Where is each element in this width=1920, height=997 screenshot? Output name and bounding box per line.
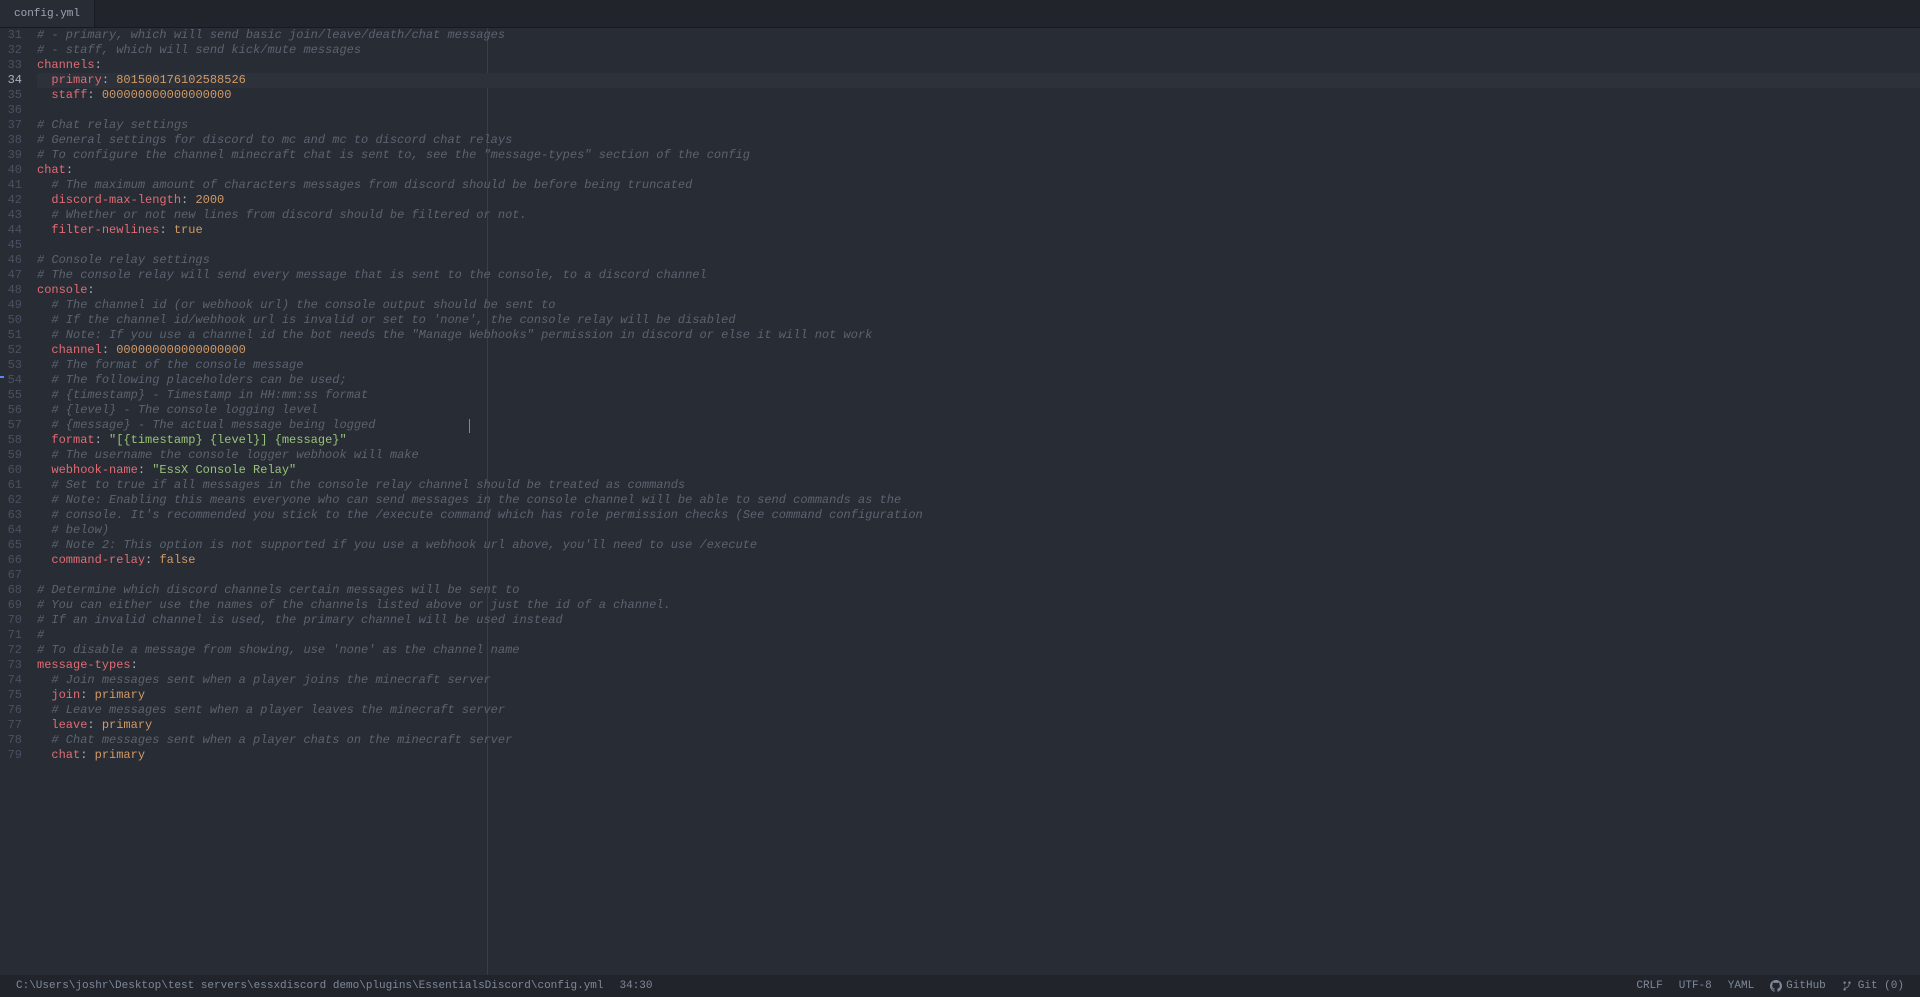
status-git[interactable]: Git (0) — [1834, 980, 1912, 992]
code-line[interactable]: # {timestamp} - Timestamp in HH:mm:ss fo… — [37, 388, 1920, 403]
code-line[interactable]: discord-max-length: 2000 — [37, 193, 1920, 208]
code-area[interactable]: # - primary, which will send basic join/… — [37, 28, 1920, 975]
code-line[interactable]: console: — [37, 283, 1920, 298]
code-line[interactable]: # Note: Enabling this means everyone who… — [37, 493, 1920, 508]
text-cursor — [469, 419, 470, 433]
code-line[interactable]: # {message} - The actual message being l… — [37, 418, 1920, 433]
code-line[interactable]: # The following placeholders can be used… — [37, 373, 1920, 388]
code-line[interactable]: primary: 801500176102588526 — [37, 73, 1920, 88]
code-line[interactable]: # To configure the channel minecraft cha… — [37, 148, 1920, 163]
status-language[interactable]: YAML — [1720, 980, 1762, 992]
code-line[interactable]: channels: — [37, 58, 1920, 73]
status-github[interactable]: GitHub — [1762, 980, 1834, 992]
code-line[interactable]: # {level} - The console logging level — [37, 403, 1920, 418]
status-path[interactable]: C:\Users\joshr\Desktop\test servers\essx… — [8, 980, 612, 992]
code-line[interactable]: # Leave messages sent when a player leav… — [37, 703, 1920, 718]
git-branch-icon — [1842, 980, 1854, 992]
status-bar: C:\Users\joshr\Desktop\test servers\essx… — [0, 975, 1920, 997]
code-line[interactable]: # below) — [37, 523, 1920, 538]
code-line[interactable]: # If an invalid channel is used, the pri… — [37, 613, 1920, 628]
fold-marker — [0, 376, 4, 378]
code-line[interactable]: chat: primary — [37, 748, 1920, 763]
code-line[interactable]: # To disable a message from showing, use… — [37, 643, 1920, 658]
code-line[interactable]: join: primary — [37, 688, 1920, 703]
code-line[interactable]: command-relay: false — [37, 553, 1920, 568]
code-line[interactable] — [37, 238, 1920, 253]
code-line[interactable]: # Chat messages sent when a player chats… — [37, 733, 1920, 748]
code-line[interactable]: chat: — [37, 163, 1920, 178]
code-line[interactable]: # The console relay will send every mess… — [37, 268, 1920, 283]
code-line[interactable]: # The channel id (or webhook url) the co… — [37, 298, 1920, 313]
code-line[interactable] — [37, 568, 1920, 583]
github-icon — [1770, 980, 1782, 992]
git-label: Git (0) — [1858, 980, 1904, 992]
code-line[interactable]: # console. It's recommended you stick to… — [37, 508, 1920, 523]
tab-bar: config.yml — [0, 0, 1920, 28]
code-line[interactable]: # You can either use the names of the ch… — [37, 598, 1920, 613]
code-line[interactable]: # Join messages sent when a player joins… — [37, 673, 1920, 688]
code-line[interactable]: staff: 000000000000000000 — [37, 88, 1920, 103]
code-line[interactable]: webhook-name: "EssX Console Relay" — [37, 463, 1920, 478]
code-line[interactable]: # The maximum amount of characters messa… — [37, 178, 1920, 193]
code-line[interactable]: # - primary, which will send basic join/… — [37, 28, 1920, 43]
code-line[interactable]: # - staff, which will send kick/mute mes… — [37, 43, 1920, 58]
line-numbers: 3132333435363738394041424344454647484950… — [0, 28, 30, 975]
code-line[interactable]: # If the channel id/webhook url is inval… — [37, 313, 1920, 328]
code-line[interactable]: # Note: If you use a channel id the bot … — [37, 328, 1920, 343]
code-line[interactable]: # Console relay settings — [37, 253, 1920, 268]
code-line[interactable]: filter-newlines: true — [37, 223, 1920, 238]
status-cursor[interactable]: 34:30 — [612, 980, 661, 992]
code-line[interactable]: # General settings for discord to mc and… — [37, 133, 1920, 148]
code-line[interactable]: # Determine which discord channels certa… — [37, 583, 1920, 598]
code-line[interactable]: # The format of the console message — [37, 358, 1920, 373]
code-line[interactable]: # Chat relay settings — [37, 118, 1920, 133]
code-line[interactable] — [37, 103, 1920, 118]
github-label: GitHub — [1786, 980, 1826, 992]
code-line[interactable]: # Set to true if all messages in the con… — [37, 478, 1920, 493]
tab-configyml[interactable]: config.yml — [0, 0, 95, 27]
code-line[interactable]: # — [37, 628, 1920, 643]
editor[interactable]: 3132333435363738394041424344454647484950… — [0, 28, 1920, 975]
code-line[interactable]: message-types: — [37, 658, 1920, 673]
code-line[interactable]: channel: 000000000000000000 — [37, 343, 1920, 358]
code-line[interactable]: leave: primary — [37, 718, 1920, 733]
code-line[interactable]: # The username the console logger webhoo… — [37, 448, 1920, 463]
code-line[interactable]: # Whether or not new lines from discord … — [37, 208, 1920, 223]
status-encoding[interactable]: UTF-8 — [1671, 980, 1720, 992]
status-eol[interactable]: CRLF — [1628, 980, 1670, 992]
code-line[interactable]: format: "[{timestamp} {level}] {message}… — [37, 433, 1920, 448]
code-line[interactable]: # Note 2: This option is not supported i… — [37, 538, 1920, 553]
